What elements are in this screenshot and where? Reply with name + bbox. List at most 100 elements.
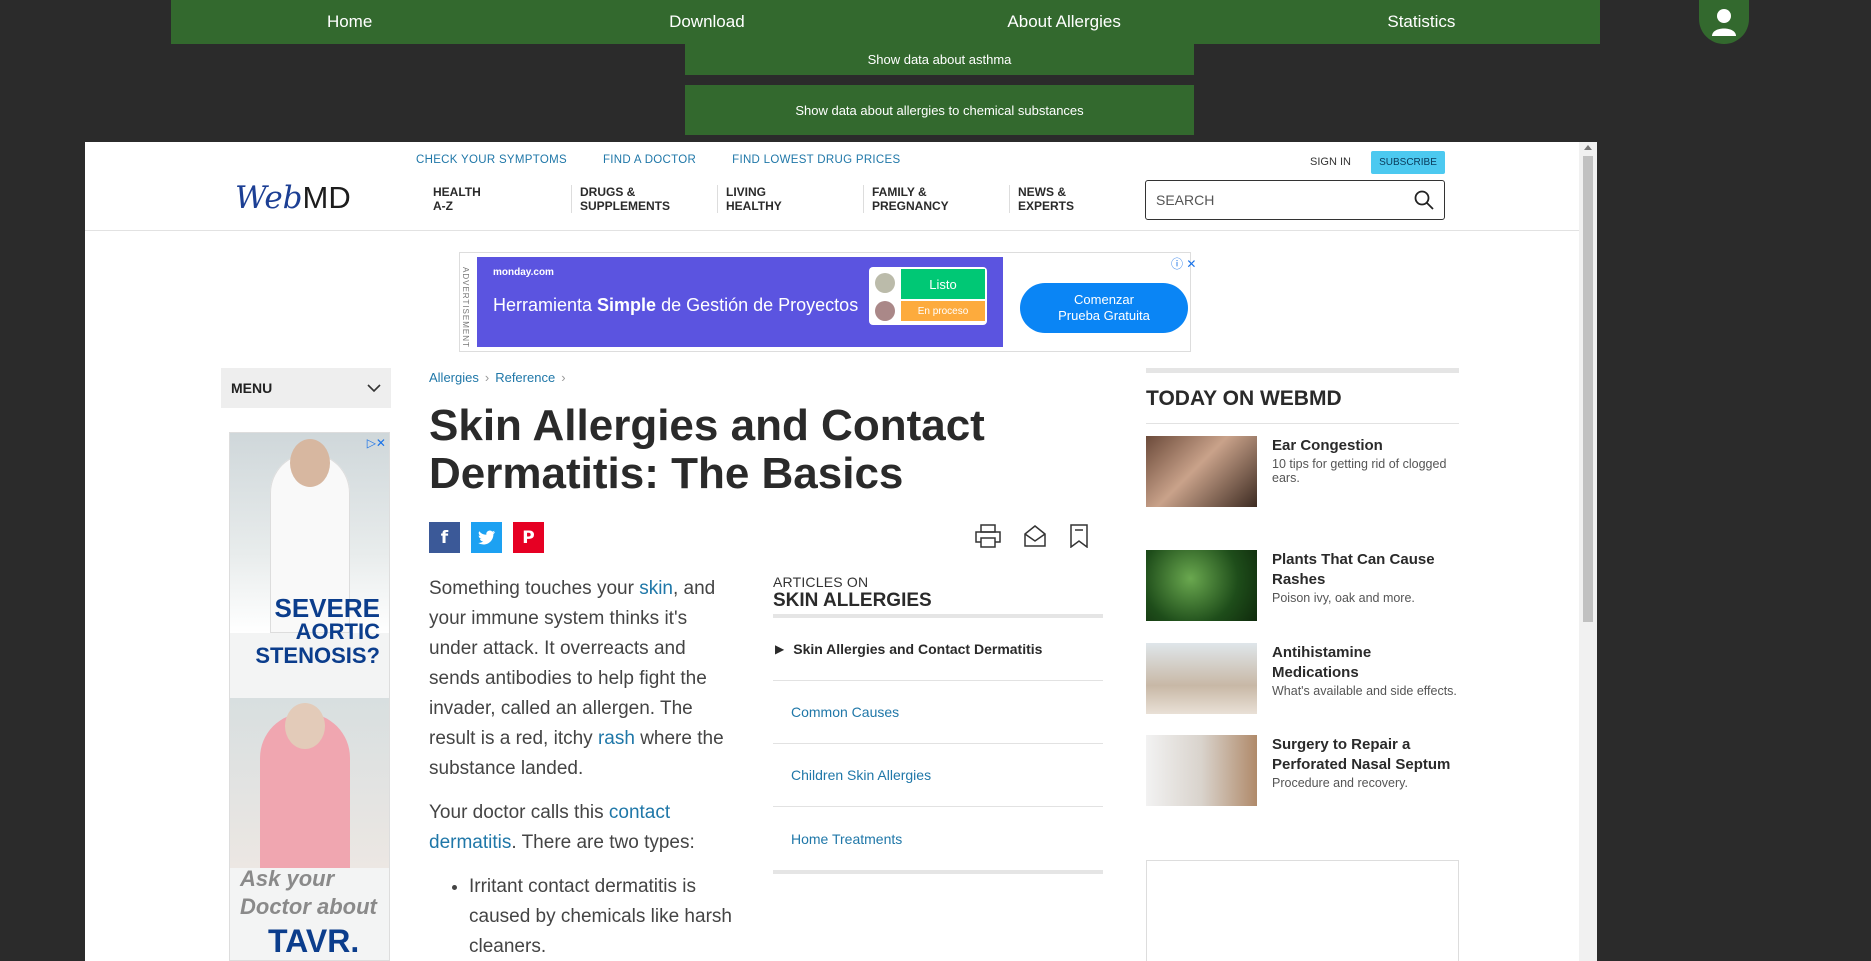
ad-cta-button[interactable]: Comenzar Prueba Gratuita <box>1020 283 1188 333</box>
email-icon[interactable] <box>1023 524 1047 548</box>
breadcrumb-reference[interactable]: Reference <box>495 370 555 385</box>
ad-brand: monday.com <box>493 267 554 278</box>
articles-on-label: ARTICLES ON <box>773 574 869 590</box>
facebook-icon[interactable]: f <box>429 522 460 553</box>
articles-box-bottom-bar <box>773 870 1103 874</box>
story-title: Surgery to Repair a Perforated Nasal Sep… <box>1272 736 1451 773</box>
story-desc: Poison ivy, oak and more. <box>1272 591 1415 605</box>
nav-home[interactable]: Home <box>171 0 528 44</box>
skin-link[interactable]: skin <box>639 578 673 599</box>
today-top-bar <box>1146 368 1459 373</box>
article-item[interactable]: Home Treatments <box>773 807 1103 870</box>
text: Something touches your <box>429 578 640 599</box>
utility-links: CHECK YOUR SYMPTOMS FIND A DOCTOR FIND L… <box>416 154 900 166</box>
share-buttons: f P <box>429 522 544 553</box>
story-title: Antihistamine Medications <box>1272 644 1372 681</box>
rash-link[interactable]: rash <box>598 728 635 749</box>
ad-text: AORTIC <box>295 619 380 644</box>
chevron-down-icon <box>367 384 381 393</box>
ad-text: STENOSIS? <box>255 643 380 668</box>
nav-health-az[interactable]: HEALTH A-Z <box>425 185 571 213</box>
right-ad-slot[interactable] <box>1146 860 1459 961</box>
menu-label: MENU <box>231 380 273 396</box>
ad-headline-part: Herramienta <box>493 295 598 315</box>
story-title: Plants That Can Cause Rashes <box>1272 551 1435 588</box>
ad-face-icon <box>875 301 895 321</box>
dropdown-asthma-data[interactable]: Show data about asthma <box>685 44 1194 75</box>
story-thumbnail <box>1146 550 1257 621</box>
ad-headline: Herramienta Simple de Gestión de Proyect… <box>493 295 858 316</box>
articles-on-topic: SKIN ALLERGIES <box>773 590 1103 618</box>
ad-doctor-head <box>290 439 330 487</box>
webmd-frame: CHECK YOUR SYMPTOMS FIND A DOCTOR FIND L… <box>85 142 1597 961</box>
scrollbar-thumb[interactable] <box>1583 156 1593 622</box>
nav-family-pregnancy[interactable]: FAMILY & PREGNANCY <box>863 185 1009 213</box>
nav-label: NEWS & <box>1018 185 1066 199</box>
dropdown-chemical-data[interactable]: Show data about allergies to chemical su… <box>685 85 1194 135</box>
user-avatar-button[interactable] <box>1699 0 1749 44</box>
print-icon[interactable] <box>975 524 1001 548</box>
story-item[interactable]: Plants That Can Cause Rashes Poison ivy, … <box>1146 550 1459 621</box>
menu-dropdown[interactable]: MENU <box>221 368 391 408</box>
nav-label: PREGNANCY <box>872 199 949 213</box>
scroll-up-icon[interactable] <box>1584 145 1592 150</box>
story-thumbnail <box>1146 643 1257 714</box>
ad-cta-line: Prueba Gratuita <box>1058 308 1150 323</box>
logo-md: MD <box>302 180 351 215</box>
ad-status-done: Listo <box>901 269 985 299</box>
subscribe-button[interactable]: SUBSCRIBE <box>1371 151 1445 174</box>
ad-tavr-text: TAVR. <box>268 923 360 959</box>
article-title: Skin Allergies and Contact Dermatitis: T… <box>429 401 985 498</box>
breadcrumb-allergies[interactable]: Allergies <box>429 370 479 385</box>
nav-label: SUPPLEMENTS <box>580 199 671 213</box>
sign-in-link[interactable]: SIGN IN <box>1310 156 1351 168</box>
drug-prices-link[interactable]: FIND LOWEST DRUG PRICES <box>732 154 900 166</box>
article-item[interactable]: Common Causes <box>773 681 1103 744</box>
article-item[interactable]: Children Skin Allergies <box>773 744 1103 807</box>
nav-news-experts[interactable]: NEWS & EXPERTS <box>1009 185 1155 213</box>
nav-label: HEALTHY <box>726 199 782 213</box>
webmd-logo[interactable]: WebMD <box>235 180 351 216</box>
ad-close-icon[interactable]: ▷✕ <box>367 436 386 450</box>
search-icon[interactable] <box>1414 190 1434 210</box>
article-item-link[interactable]: Children Skin Allergies <box>791 767 931 783</box>
story-title: Ear Congestion <box>1272 437 1383 454</box>
ad-label: ADVERTISEMENT <box>461 267 470 348</box>
story-item[interactable]: Surgery to Repair a Perforated Nasal Sep… <box>1146 735 1459 806</box>
nav-drugs-supplements[interactable]: DRUGS & SUPPLEMENTS <box>571 185 717 213</box>
list-item: Irritant contact dermatitis is caused by… <box>469 872 739 961</box>
check-symptoms-link[interactable]: CHECK YOUR SYMPTOMS <box>416 154 567 166</box>
logo-web: Web <box>235 180 303 216</box>
nav-download[interactable]: Download <box>528 0 885 44</box>
nav-label: FAMILY & <box>872 185 927 199</box>
article-item-link[interactable]: Home Treatments <box>791 831 902 847</box>
story-item[interactable]: Ear Congestion 10 tips for getting rid of… <box>1146 436 1459 507</box>
today-heading: TODAY ON WEBMD <box>1146 387 1459 424</box>
article-item-link[interactable]: Common Causes <box>791 704 899 720</box>
top-ad-banner[interactable]: monday.com Herramienta Simple de Gestión… <box>477 257 1003 347</box>
find-doctor-link[interactable]: FIND A DOCTOR <box>603 154 696 166</box>
main-nav: HEALTH A-Z DRUGS & SUPPLEMENTS LIVING HEALT… <box>425 185 1155 213</box>
search-input[interactable] <box>1156 192 1414 208</box>
chevron-right-icon: › <box>561 370 566 385</box>
article-item-current[interactable]: ▶ Skin Allergies and Contact Dermatitis <box>773 618 1103 681</box>
story-thumbnail <box>1146 436 1257 507</box>
nav-label: DRUGS & <box>580 185 636 199</box>
story-item[interactable]: Antihistamine Medications What's availabl… <box>1146 643 1459 714</box>
app-top-nav: Home Download About Allergies Statistics <box>171 0 1600 44</box>
nav-living-healthy[interactable]: LIVING HEALTHY <box>717 185 863 213</box>
ad-choices-close-icon[interactable]: ⓘ ✕ <box>1171 255 1196 272</box>
nav-label: EXPERTS <box>1018 199 1075 213</box>
side-ad[interactable]: SEVERE AORTIC STENOSIS? Ask your Doctor a… <box>229 432 390 961</box>
bookmark-icon[interactable] <box>1069 524 1089 548</box>
twitter-icon[interactable] <box>471 522 502 553</box>
paragraph: Your doctor calls this contact dermatiti… <box>429 798 739 858</box>
pinterest-icon[interactable]: P <box>513 522 544 553</box>
nav-statistics[interactable]: Statistics <box>1243 0 1600 44</box>
nav-about-allergies[interactable]: About Allergies <box>886 0 1243 44</box>
ad-ask-text: Ask your Doctor about <box>240 865 377 921</box>
nav-label: A-Z <box>433 199 453 213</box>
scrollbar[interactable] <box>1579 142 1597 961</box>
ad-text: Doctor about <box>240 894 377 919</box>
ad-headline-bold: Simple <box>597 295 657 315</box>
